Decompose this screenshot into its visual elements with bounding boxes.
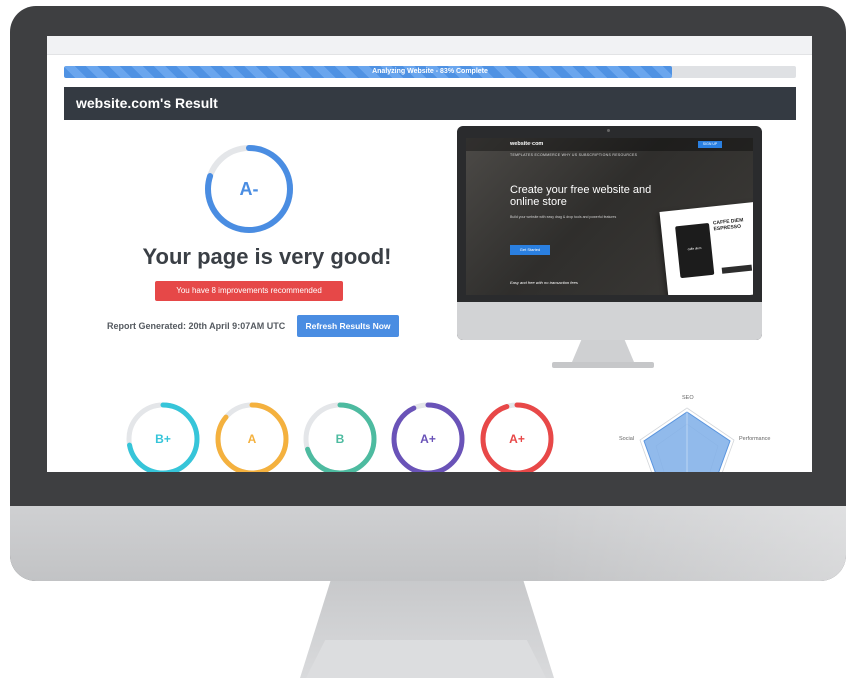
- sub-grade-text: B+: [155, 432, 171, 446]
- analysis-progress-bar: Analyzing Website - 83% Complete: [64, 66, 796, 78]
- monitor-screen: Analyzing Website - 83% Complete website…: [47, 36, 812, 472]
- preview-hero-subtext: Build your website with easy drag & drop…: [510, 215, 617, 219]
- preview-signup-button: SIGN UP: [698, 141, 722, 148]
- result-title: website.com's Result: [76, 95, 218, 111]
- preview-monitor-base: [552, 362, 654, 368]
- sub-grade-text: A+: [509, 432, 525, 446]
- sub-grade-ring: A+: [479, 401, 555, 472]
- preview-bag-label: caffe diem: [687, 245, 702, 252]
- radar-label-performance: Performance: [739, 436, 771, 442]
- monitor-mockup: Analyzing Website - 83% Complete website…: [0, 0, 847, 678]
- preview-tagline: Easy and free with no transaction fees: [510, 280, 578, 285]
- preview-product-card: caffe diem CAFFE DIEM ESPRESSO: [659, 200, 753, 295]
- improvements-badge[interactable]: You have 8 improvements recommended: [155, 281, 343, 301]
- verdict-heading: Your page is very good!: [142, 244, 392, 269]
- sub-grade-text: A: [247, 432, 257, 446]
- preview-nav-links: TEMPLATES ECOMMERCE WHY US SUBSCRIPTIONS…: [510, 153, 638, 157]
- preview-monitor: website·com SIGN UP TEMPLATES ECOMMERCE …: [457, 126, 762, 340]
- preview-card-title: CAFFE DIEM ESPRESSO: [712, 217, 744, 233]
- preview-coffee-bag: caffe diem: [675, 222, 715, 279]
- preview-screenshot: website·com SIGN UP TEMPLATES ECOMMERCE …: [466, 138, 753, 295]
- preview-camera-dot: [607, 129, 610, 132]
- radar-chart: SEO Performance Social: [612, 390, 771, 472]
- preview-navbar: website·com SIGN UP: [466, 138, 753, 151]
- monitor-stand-base: [306, 640, 546, 678]
- sub-grade-ring: B: [302, 401, 378, 472]
- radar-label-social: Social: [619, 436, 634, 442]
- sub-grade-ring: A+: [390, 401, 466, 472]
- sub-grade-ring: B+: [125, 401, 201, 472]
- progress-label: Analyzing Website - 83% Complete: [372, 68, 488, 75]
- radar-label-seo: SEO: [682, 395, 694, 401]
- refresh-results-button[interactable]: Refresh Results Now: [297, 315, 399, 337]
- main-grade-ring: A-: [203, 143, 295, 235]
- report-generated-text: Report Generated: 20th April 9:07AM UTC: [107, 321, 286, 331]
- browser-top-strip: [47, 36, 812, 55]
- sub-grade-text: A+: [420, 432, 436, 446]
- preview-logo: website·com: [510, 141, 544, 147]
- preview-monitor-chin: [457, 302, 762, 340]
- monitor-chin-gloss: [530, 506, 846, 581]
- result-header: website.com's Result: [64, 87, 796, 120]
- main-grade-text: A-: [239, 178, 259, 199]
- sub-grade-text: B: [335, 432, 345, 446]
- preview-hero-heading: Create your free website and online stor…: [510, 184, 652, 208]
- preview-monitor-neck: [572, 340, 634, 362]
- sub-grade-ring: A: [214, 401, 290, 472]
- preview-cta-button: Get Started: [510, 245, 550, 255]
- preview-card-button: [721, 264, 753, 274]
